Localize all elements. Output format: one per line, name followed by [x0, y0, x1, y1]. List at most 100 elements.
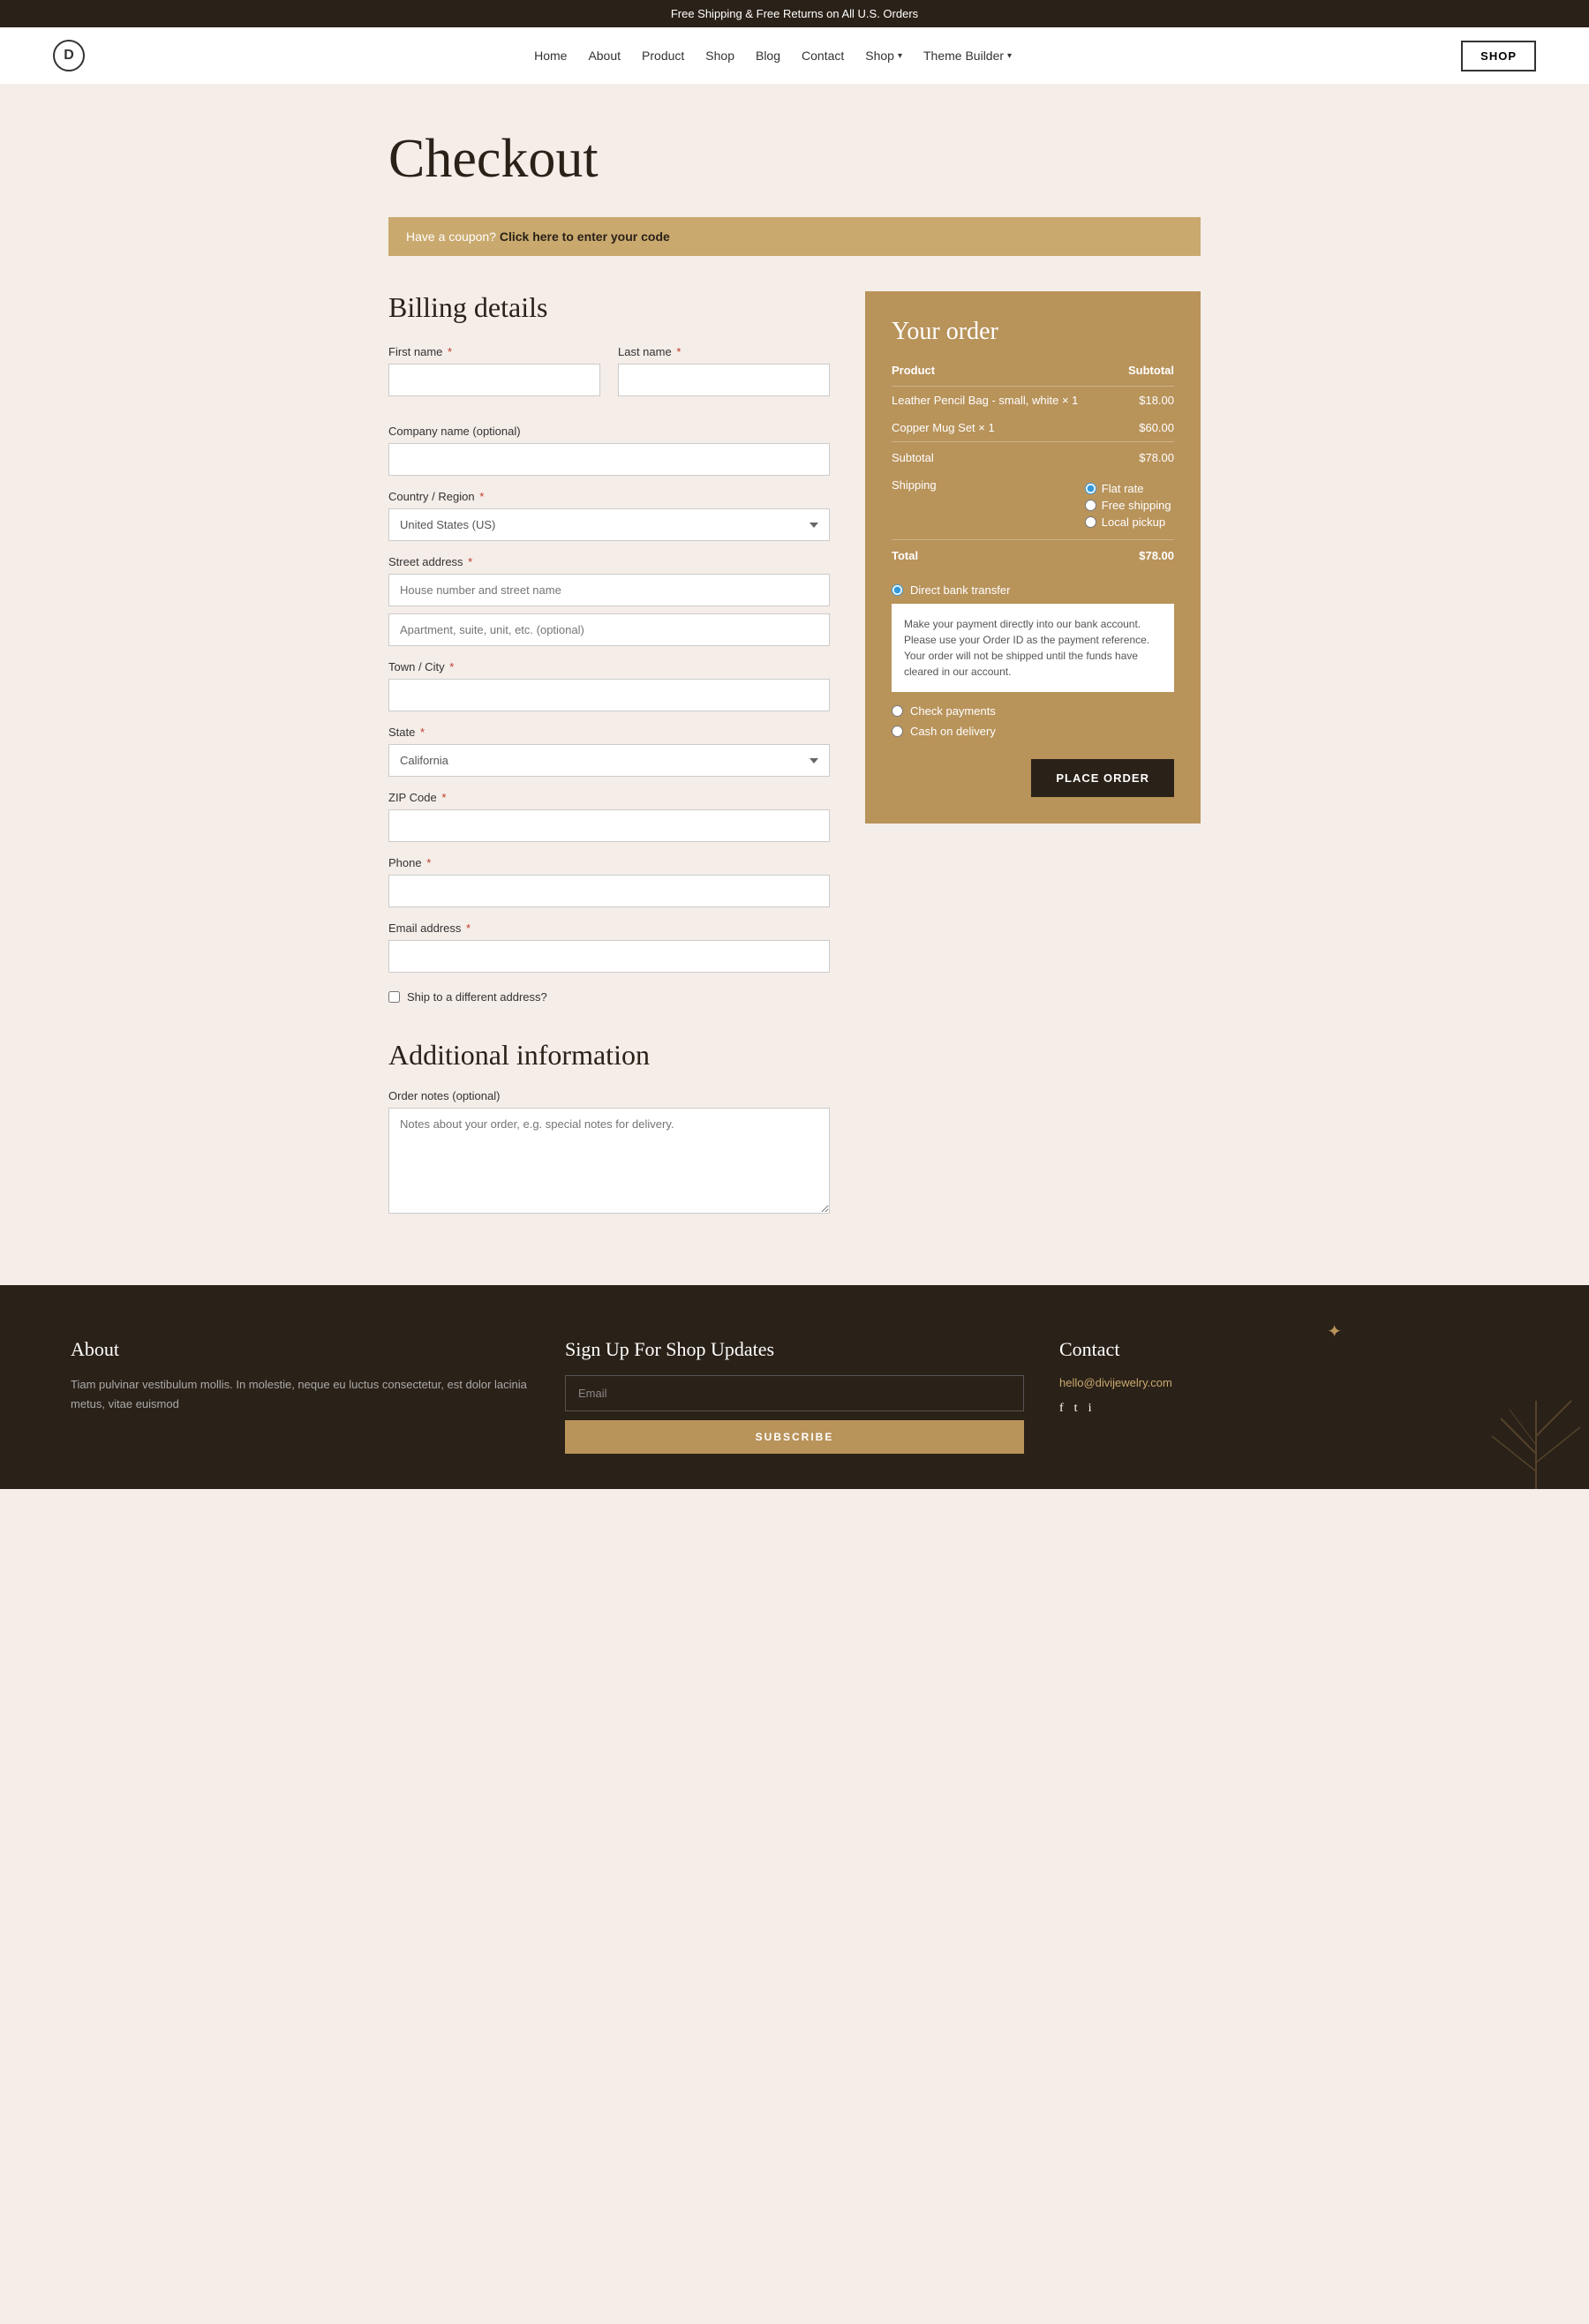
shipping-local: Local pickup	[1085, 515, 1174, 529]
state-group: State * California	[388, 726, 830, 777]
street-group: Street address *	[388, 555, 830, 646]
flat-rate-radio[interactable]	[1085, 483, 1096, 494]
cod-radio[interactable]	[892, 726, 903, 737]
item-1-name: Leather Pencil Bag - small, white × 1	[892, 387, 1085, 415]
footer-about: About Tiam pulvinar vestibulum mollis. I…	[71, 1338, 530, 1454]
nav-home[interactable]: Home	[534, 49, 567, 63]
checkout-grid: Billing details First name * Last name *	[388, 291, 1201, 1232]
check-radio[interactable]	[892, 705, 903, 717]
footer-diamond: ✦	[1327, 1320, 1342, 1343]
footer-contact: Contact hello@divijewelry.com f t i	[1059, 1338, 1518, 1454]
zip-label: ZIP Code *	[388, 791, 830, 804]
payment-cod: Cash on delivery	[892, 725, 1174, 738]
col-product: Product	[892, 364, 1085, 387]
coupon-bar: Have a coupon? Click here to enter your …	[388, 217, 1201, 256]
subtotal-label: Subtotal	[892, 442, 1085, 472]
additional-info-section: Additional information Order notes (opti…	[388, 1039, 830, 1218]
total-row: Total $78.00	[892, 540, 1174, 570]
nav-contact[interactable]: Contact	[802, 49, 844, 63]
last-name-group: Last name *	[618, 345, 830, 396]
payment-check: Check payments	[892, 704, 1174, 718]
page-title: Checkout	[388, 128, 1201, 191]
shipping-label: Shipping	[892, 471, 1085, 540]
nav-about[interactable]: About	[588, 49, 621, 63]
bank-transfer-info: Make your payment directly into our bank…	[892, 604, 1174, 692]
tiktok-icon[interactable]: t	[1074, 1402, 1078, 1416]
notes-textarea[interactable]	[388, 1108, 830, 1214]
city-label: Town / City *	[388, 660, 830, 673]
first-name-group: First name *	[388, 345, 600, 396]
coupon-link[interactable]: Click here to enter your code	[500, 229, 670, 244]
shipping-flat-rate: Flat rate	[1085, 482, 1174, 495]
footer-social: f t i	[1059, 1402, 1518, 1416]
footer-about-text: Tiam pulvinar vestibulum mollis. In mole…	[71, 1375, 530, 1414]
zip-input[interactable]	[388, 809, 830, 842]
billing-heading: Billing details	[388, 291, 830, 324]
page-content: Checkout Have a coupon? Click here to en…	[371, 84, 1218, 1285]
coupon-text: Have a coupon?	[406, 229, 496, 244]
logo-icon: D	[53, 40, 85, 71]
nav-links: Home About Product Shop Blog Contact Sho…	[534, 49, 1012, 63]
billing-section: Billing details First name * Last name *	[388, 291, 830, 1232]
last-name-input[interactable]	[618, 364, 830, 396]
country-select[interactable]: United States (US)	[388, 508, 830, 541]
order-table: Product Subtotal Leather Pencil Bag - sm…	[892, 364, 1174, 569]
order-item-1: Leather Pencil Bag - small, white × 1 $1…	[892, 387, 1174, 415]
total-value: $78.00	[1085, 540, 1174, 570]
street-input[interactable]	[388, 574, 830, 606]
apt-input[interactable]	[388, 613, 830, 646]
shipping-row: Shipping Flat rate Free shipping	[892, 471, 1174, 540]
street-label: Street address *	[388, 555, 830, 568]
nav-product[interactable]: Product	[642, 49, 684, 63]
footer: ✦ About Tiam pulvinar vestibulum mollis.…	[0, 1285, 1589, 1489]
item-2-price: $60.00	[1085, 414, 1174, 442]
instagram-icon[interactable]: i	[1088, 1402, 1092, 1416]
phone-label: Phone *	[388, 856, 830, 869]
local-pickup-radio[interactable]	[1085, 516, 1096, 528]
clearfix: PLACE ORDER	[892, 745, 1174, 797]
item-2-name: Copper Mug Set × 1	[892, 414, 1085, 442]
total-label: Total	[892, 540, 1085, 570]
free-shipping-radio[interactable]	[1085, 500, 1096, 511]
direct-bank-radio[interactable]	[892, 584, 903, 596]
footer-email-input[interactable]	[565, 1375, 1024, 1411]
company-input[interactable]	[388, 443, 830, 476]
notes-label: Order notes (optional)	[388, 1089, 830, 1102]
country-group: Country / Region * United States (US)	[388, 490, 830, 541]
nav-shop-dropdown[interactable]: Shop	[865, 49, 902, 63]
email-group: Email address *	[388, 921, 830, 973]
phone-input[interactable]	[388, 875, 830, 907]
footer-about-heading: About	[71, 1338, 530, 1361]
name-row: First name * Last name *	[388, 345, 830, 410]
state-select[interactable]: California	[388, 744, 830, 777]
notes-group: Order notes (optional)	[388, 1089, 830, 1218]
email-input[interactable]	[388, 940, 830, 973]
order-heading: Your order	[892, 318, 1174, 346]
navbar: D Home About Product Shop Blog Contact S…	[0, 27, 1589, 84]
nav-blog[interactable]: Blog	[756, 49, 780, 63]
shipping-options-list: Flat rate Free shipping Local pickup	[1085, 482, 1174, 529]
subtotal-row: Subtotal $78.00	[892, 442, 1174, 472]
nav-shop-button[interactable]: SHOP	[1461, 41, 1536, 71]
footer-contact-email[interactable]: hello@divijewelry.com	[1059, 1376, 1172, 1389]
facebook-icon[interactable]: f	[1059, 1402, 1064, 1416]
subscribe-button[interactable]: SUBSCRIBE	[565, 1420, 1024, 1454]
place-order-button[interactable]: PLACE ORDER	[1031, 759, 1174, 797]
ship-different-group: Ship to a different address?	[388, 990, 830, 1004]
city-group: Town / City *	[388, 660, 830, 711]
city-input[interactable]	[388, 679, 830, 711]
ship-different-checkbox[interactable]	[388, 991, 400, 1003]
shipping-free: Free shipping	[1085, 499, 1174, 512]
additional-heading: Additional information	[388, 1039, 830, 1072]
shipping-options: Flat rate Free shipping Local pickup	[1085, 471, 1174, 540]
nav-theme-builder[interactable]: Theme Builder	[923, 49, 1012, 63]
first-name-label: First name *	[388, 345, 600, 358]
company-label: Company name (optional)	[388, 425, 830, 438]
payment-direct-bank: Direct bank transfer	[892, 583, 1174, 597]
first-name-input[interactable]	[388, 364, 600, 396]
nav-shop[interactable]: Shop	[705, 49, 734, 63]
ship-different-label: Ship to a different address?	[407, 990, 547, 1004]
country-label: Country / Region *	[388, 490, 830, 503]
col-subtotal: Subtotal	[1085, 364, 1174, 387]
item-1-price: $18.00	[1085, 387, 1174, 415]
